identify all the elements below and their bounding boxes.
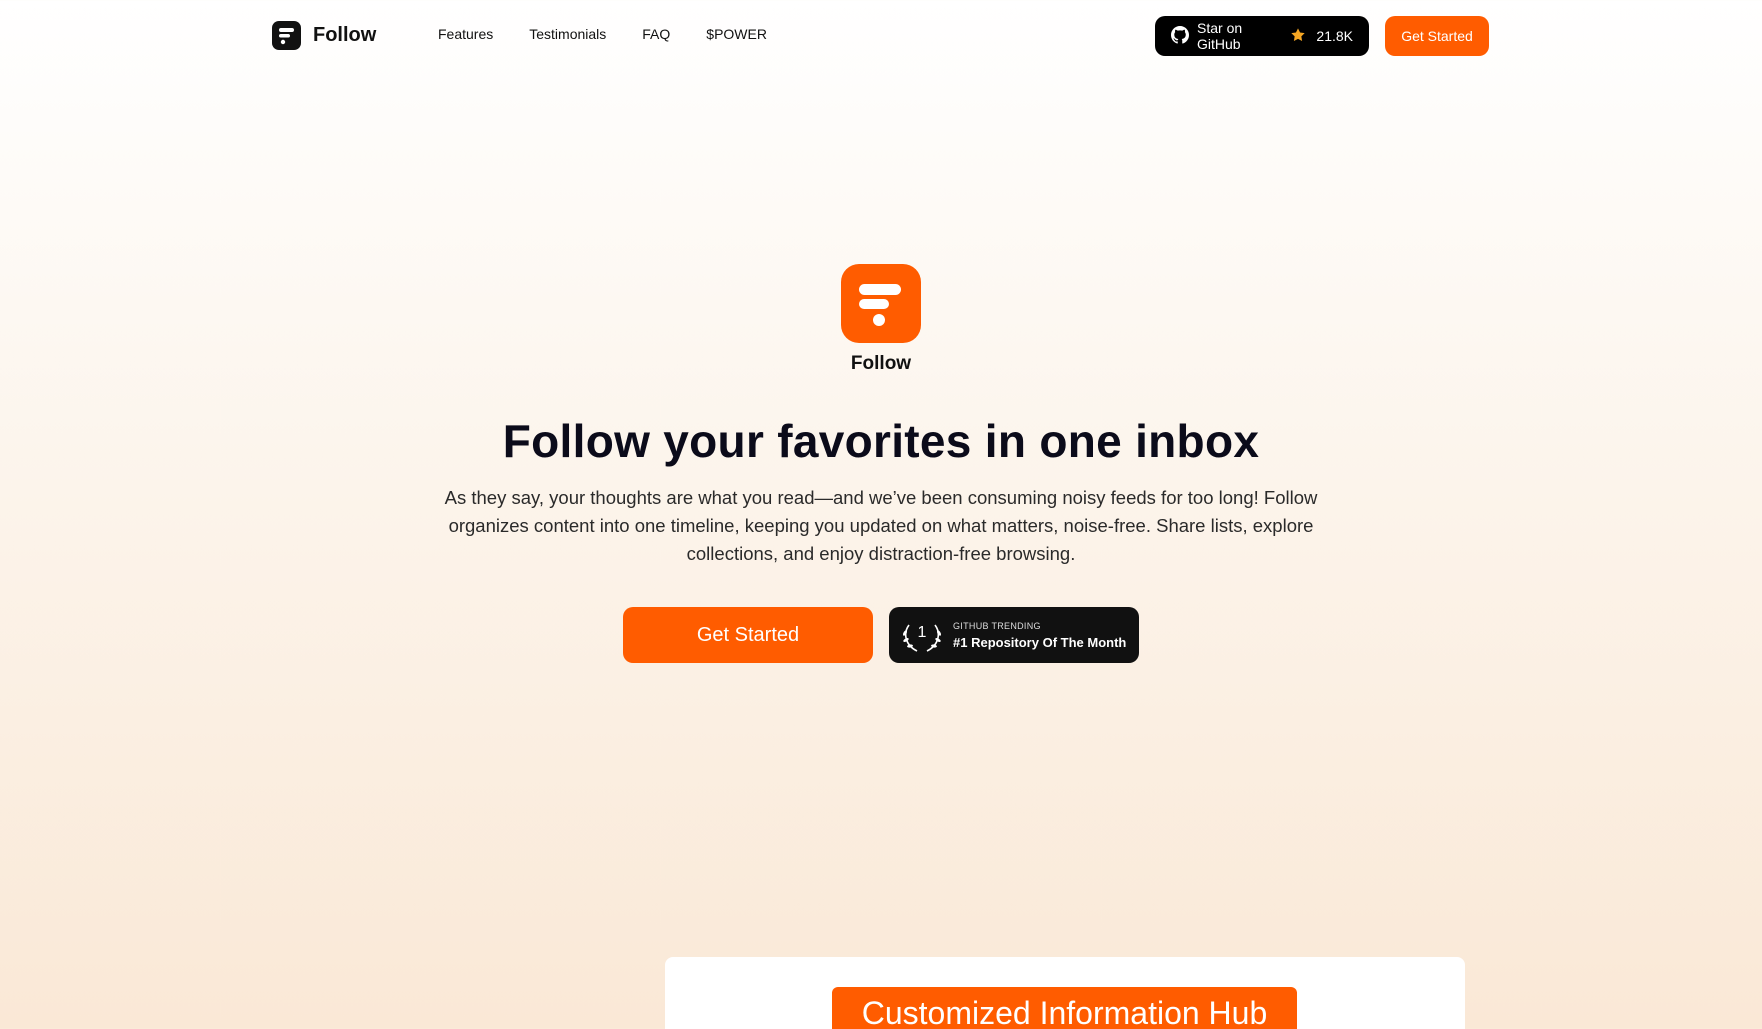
hero-get-started-button[interactable]: Get Started <box>623 607 873 663</box>
github-label: Star on GitHub <box>1197 20 1243 52</box>
star-on-github-button[interactable]: Star on GitHub 21.8K <box>1155 16 1369 56</box>
hero-title: Follow your favorites in one inbox <box>502 415 1260 467</box>
preview-card: Customized Information Hub <box>665 957 1465 1029</box>
nav-get-started-button[interactable]: Get Started <box>1385 16 1489 56</box>
hero-app-name: Follow <box>850 353 912 374</box>
badge-rank: 1 <box>918 624 927 641</box>
laurel-icon: 1 <box>899 615 945 655</box>
nav-link-testimonials[interactable]: Testimonials <box>529 26 606 42</box>
top-nav: Follow Features Testimonials FAQ $POWER … <box>0 0 1762 72</box>
brand-name: Follow <box>313 24 377 46</box>
github-star-count: 21.8K <box>1316 28 1353 44</box>
nav-link-faq[interactable]: FAQ <box>642 26 670 42</box>
github-trending-badge[interactable]: 1 GITHUB TRENDING #1 Repository Of The M… <box>889 607 1139 663</box>
badge-small-label: GITHUB TRENDING <box>953 620 1041 631</box>
badge-text: GITHUB TRENDING #1 Repository Of The Mon… <box>953 621 1126 650</box>
hero-follow-logo-icon <box>841 264 921 343</box>
badge-big-label: #1 Repository Of The Month <box>953 634 1127 650</box>
github-icon <box>1171 25 1189 47</box>
hero-description: As they say, your thoughts are what you … <box>444 487 1318 564</box>
star-icon <box>1290 27 1306 46</box>
nav-link-power[interactable]: $POWER <box>706 26 767 42</box>
preview-pill-title: Customized Information Hub <box>832 987 1297 1029</box>
follow-logo-icon <box>272 21 301 50</box>
brand[interactable]: Follow <box>272 21 376 50</box>
nav-link-features[interactable]: Features <box>438 26 493 42</box>
nav-links: Features Testimonials FAQ $POWER <box>438 26 767 42</box>
